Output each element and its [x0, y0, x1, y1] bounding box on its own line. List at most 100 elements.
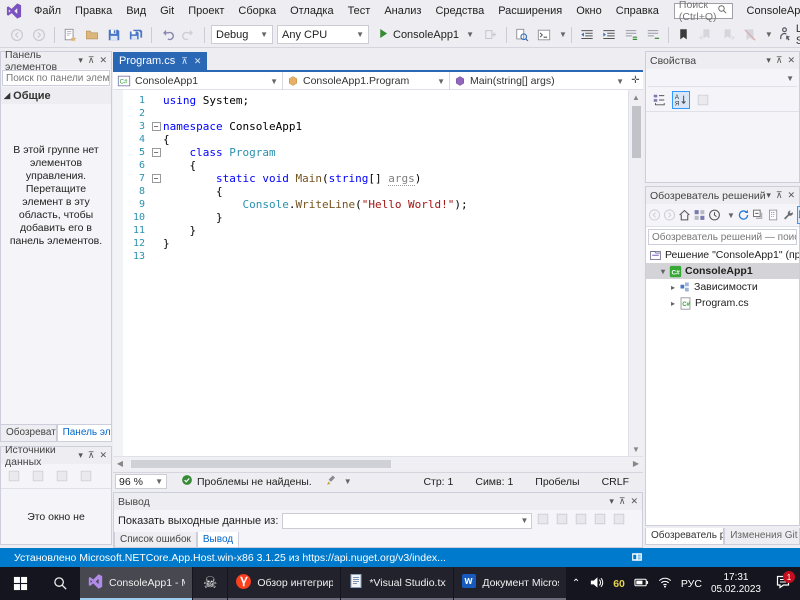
forward-icon[interactable] [28, 24, 50, 46]
spaces-indicator[interactable]: Пробелы [535, 476, 579, 488]
menu-item-9[interactable]: Анализ [377, 0, 428, 22]
code-line-13[interactable]: 13 [113, 250, 628, 263]
fold-collapse-icon[interactable]: − [149, 120, 163, 133]
pin-icon[interactable]: ⊼ [619, 496, 626, 507]
clear-bookmarks-icon[interactable] [739, 24, 761, 46]
new-project-icon[interactable] [59, 24, 81, 46]
left-tab--[interactable]: Обозревате... [0, 425, 57, 442]
output-tab--[interactable]: Список ошибок [114, 532, 197, 548]
network-icon[interactable] [658, 575, 672, 592]
taskbar-item-skull[interactable]: ☠ [193, 567, 228, 600]
close-icon[interactable]: ✕ [99, 55, 107, 66]
zoom-dropdown[interactable]: 96 % ▼ [115, 474, 167, 489]
pin-icon[interactable]: ⊼ [776, 190, 783, 201]
close-icon[interactable]: ✕ [787, 55, 795, 66]
menu-item-10[interactable]: Средства [428, 0, 491, 22]
code-editor[interactable]: 1 using System; 2 3− namespace ConsoleApp1 4{… [113, 90, 628, 456]
code-line-4[interactable]: 4{ [113, 133, 628, 146]
show-all-files-icon[interactable] [767, 206, 780, 224]
code-line-2[interactable]: 2 [113, 107, 628, 120]
scroll-right-icon[interactable]: ▶ [629, 459, 643, 468]
pending-changes-icon[interactable] [708, 206, 721, 224]
split-window-icon[interactable]: ✛ [628, 72, 643, 89]
close-icon[interactable]: ✕ [630, 496, 638, 507]
find-in-files-icon[interactable] [511, 24, 533, 46]
taskbar-item-visual-studio[interactable]: ConsoleApp1 - Mic... [80, 567, 192, 600]
comment-icon[interactable] [620, 24, 642, 46]
menu-item-3[interactable]: Вид [119, 0, 153, 22]
save-all-icon[interactable] [125, 24, 147, 46]
menu-item-1[interactable]: Файл [27, 0, 68, 22]
window-position-icon[interactable]: ▾ [766, 190, 771, 201]
code-line-3[interactable]: 3− namespace ConsoleApp1 [113, 120, 628, 133]
home-icon[interactable] [678, 206, 691, 224]
action-center-button[interactable]: 1 [770, 567, 796, 600]
next-message-icon[interactable] [574, 512, 588, 529]
type-dropdown[interactable]: ConsoleApp1.Program ▼ [283, 72, 450, 90]
tree-item-consoleapp1[interactable]: ▾ C# ConsoleApp1 [646, 263, 799, 279]
code-line-7[interactable]: 7− static void Main(string[] args) [113, 172, 628, 186]
scrollbar-thumb[interactable] [632, 106, 641, 158]
refresh-icon[interactable] [737, 206, 750, 224]
taskbar-search-button[interactable] [40, 567, 80, 600]
scroll-up-icon[interactable]: ▲ [629, 90, 643, 104]
code-line-10[interactable]: 10 } [113, 211, 628, 224]
tray-chevron-icon[interactable]: ⌃ [572, 578, 580, 589]
collapse-all-icon[interactable] [752, 206, 765, 224]
menu-item-7[interactable]: Отладка [283, 0, 340, 22]
property-pages-icon[interactable] [694, 91, 712, 109]
code-cleanup-button[interactable]: ▼ [326, 474, 352, 489]
volume-icon[interactable] [589, 575, 604, 593]
pin-icon[interactable]: ⊼ [88, 55, 95, 66]
bookmark-icon[interactable] [673, 24, 695, 46]
immediate-window-icon[interactable] [533, 24, 555, 46]
start-debugging-button[interactable]: ConsoleApp1 ▼ [373, 25, 478, 45]
close-icon[interactable]: ✕ [99, 450, 107, 461]
edit-data-source-icon[interactable] [29, 467, 47, 485]
clear-all-icon[interactable] [593, 512, 607, 529]
taskbar-item-notepad[interactable]: *Visual Studio.txt -... [341, 567, 454, 600]
member-dropdown[interactable]: Main(string[] args) ▼ [450, 72, 628, 90]
categorized-icon[interactable] [650, 91, 668, 109]
chevron-down-icon[interactable]: ▼ [765, 30, 773, 39]
fold-collapse-icon[interactable]: − [149, 146, 163, 159]
live-share-button[interactable]: Live Share [773, 23, 800, 47]
char-indicator[interactable]: Симв: 1 [475, 476, 513, 488]
indent-icon[interactable] [598, 24, 620, 46]
configure-icon[interactable] [53, 467, 71, 485]
horizontal-scrollbar[interactable]: ◀ ▶ [113, 456, 643, 470]
next-bookmark-icon[interactable] [717, 24, 739, 46]
code-line-1[interactable]: 1 using System; [113, 94, 628, 107]
code-line-11[interactable]: 11 } [113, 224, 628, 237]
start-button[interactable] [0, 567, 40, 600]
alphabetical-icon[interactable]: АЯ [672, 91, 690, 109]
properties-window-icon[interactable] [782, 206, 795, 224]
tab-program-cs[interactable]: Program.cs ⊼ ✕ [113, 52, 208, 70]
prev-message-icon[interactable] [555, 512, 569, 529]
save-icon[interactable] [103, 24, 125, 46]
code-line-12[interactable]: 12} [113, 237, 628, 250]
quick-search-input[interactable]: Поиск (Ctrl+Q) [673, 0, 733, 23]
problems-indicator[interactable]: Проблемы не найдены. [181, 474, 312, 489]
line-indicator[interactable]: Стр: 1 [423, 476, 453, 488]
pin-tab-icon[interactable]: ⊼ [181, 56, 188, 67]
tree-expander-icon[interactable]: ▸ [668, 283, 678, 292]
eol-indicator[interactable]: CRLF [602, 476, 629, 488]
language-indicator[interactable]: РУС [681, 578, 702, 590]
window-position-icon[interactable]: ▾ [766, 55, 771, 66]
toolbox-group-header[interactable]: ◢ Общие [1, 87, 111, 104]
open-folder-icon[interactable] [81, 24, 103, 46]
properties-object-dropdown[interactable]: ▼ [648, 71, 797, 87]
pin-icon[interactable]: ⊼ [88, 450, 95, 461]
scroll-left-icon[interactable]: ◀ [113, 459, 127, 468]
menu-item-11[interactable]: Расширения [491, 0, 569, 22]
feed-icon[interactable] [630, 551, 644, 566]
toolbox-search-input[interactable]: Поиск по панели элемен [2, 70, 110, 86]
left-tab--[interactable]: Панель эле... [56, 425, 112, 442]
scrollbar-thumb[interactable] [131, 459, 391, 468]
battery-icon[interactable] [634, 575, 649, 593]
taskbar-item-word[interactable]: Документ Microso... [454, 567, 567, 600]
attach-to-process-icon[interactable] [480, 24, 502, 46]
pin-icon[interactable]: ⊼ [776, 55, 783, 66]
refresh-icon[interactable] [77, 467, 95, 485]
